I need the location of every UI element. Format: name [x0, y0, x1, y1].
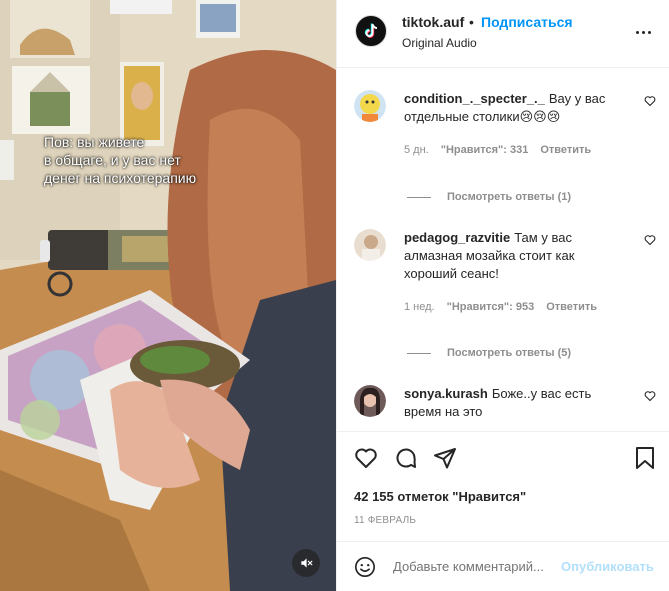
video-caption: Пов: вы живете в общаге, и у вас нет ден… [44, 134, 197, 186]
tiktok-logo-icon [364, 23, 378, 38]
comment-input[interactable] [393, 559, 558, 574]
comment-icon[interactable] [394, 446, 418, 470]
comment-likes[interactable]: "Нравится": 953 [447, 301, 535, 313]
bookmark-icon[interactable] [635, 446, 655, 470]
video-frame [0, 0, 336, 591]
audio-label[interactable]: Original Audio [402, 36, 477, 50]
comment-time[interactable]: 5 дн. [404, 144, 429, 156]
view-replies-button[interactable]: Посмотреть ответы (1) [407, 191, 571, 203]
post-actions: 42 155 отметок "Нравится" 11 ФЕВРАЛЬ [337, 431, 669, 541]
comment-text: sonya.kurash Боже..у вас есть время на эт… [404, 385, 629, 421]
author-avatar[interactable] [355, 15, 387, 47]
emoji-icon[interactable] [354, 556, 376, 578]
video-player[interactable]: Пов: вы живете в общаге, и у вас нет ден… [0, 0, 336, 591]
more-options-button[interactable] [633, 24, 653, 40]
author-username[interactable]: tiktok.auf [402, 14, 464, 30]
heart-icon[interactable] [354, 446, 378, 470]
publish-button[interactable]: Опубликовать [561, 559, 654, 574]
comment-username[interactable]: condition_._specter_._ [404, 91, 545, 106]
reply-button[interactable]: Ответить [546, 301, 597, 313]
comment-meta: 5 дн. "Нравится": 331 Ответить [404, 144, 591, 156]
view-replies-button[interactable]: Посмотреть ответы (5) [407, 347, 571, 359]
reply-button[interactable]: Ответить [540, 144, 591, 156]
comment-username[interactable]: pedagog_razvitie [404, 230, 510, 245]
share-icon[interactable] [433, 446, 457, 470]
follow-button[interactable]: Подписаться [481, 14, 573, 30]
avatar-image [354, 229, 386, 261]
likes-count[interactable]: 42 155 отметок "Нравится" [354, 489, 526, 504]
comment-text: condition_._specter_._ Вау у вас отдельны… [404, 90, 629, 126]
comment-likes[interactable]: "Нравится": 331 [441, 144, 529, 156]
comment-time[interactable]: 1 нед. [404, 301, 435, 313]
commenter-avatar[interactable] [354, 90, 386, 122]
speaker-muted-icon [301, 558, 313, 568]
avatar-image [354, 385, 386, 417]
comment-heart-icon[interactable] [644, 95, 656, 107]
view-replies-label: Посмотреть ответы (5) [447, 347, 572, 359]
post-header: tiktok.auf • Подписаться Original Audio [337, 0, 669, 68]
divider-line [407, 196, 431, 198]
mute-button[interactable] [292, 549, 320, 577]
comment-heart-icon[interactable] [644, 234, 656, 246]
header-separator: • [469, 14, 474, 30]
comment-username[interactable]: sonya.kurash [404, 386, 488, 401]
comment-text: pedagog_razvitie Там у вас алмазная мозай… [404, 229, 629, 283]
post-details-panel: tiktok.auf • Подписаться Original Audio … [336, 0, 669, 591]
view-replies-label: Посмотреть ответы (1) [447, 191, 572, 203]
comment-heart-icon[interactable] [644, 390, 656, 402]
avatar-image [354, 90, 386, 122]
more-options-icon [635, 30, 639, 34]
post-date: 11 ФЕВРАЛЬ [354, 515, 417, 526]
comment-meta: 1 нед. "Нравится": 953 Ответить [404, 301, 597, 313]
commenter-avatar[interactable] [354, 229, 386, 261]
commenter-avatar[interactable] [354, 385, 386, 417]
divider-line [407, 352, 431, 354]
add-comment-bar: Опубликовать [337, 541, 669, 591]
